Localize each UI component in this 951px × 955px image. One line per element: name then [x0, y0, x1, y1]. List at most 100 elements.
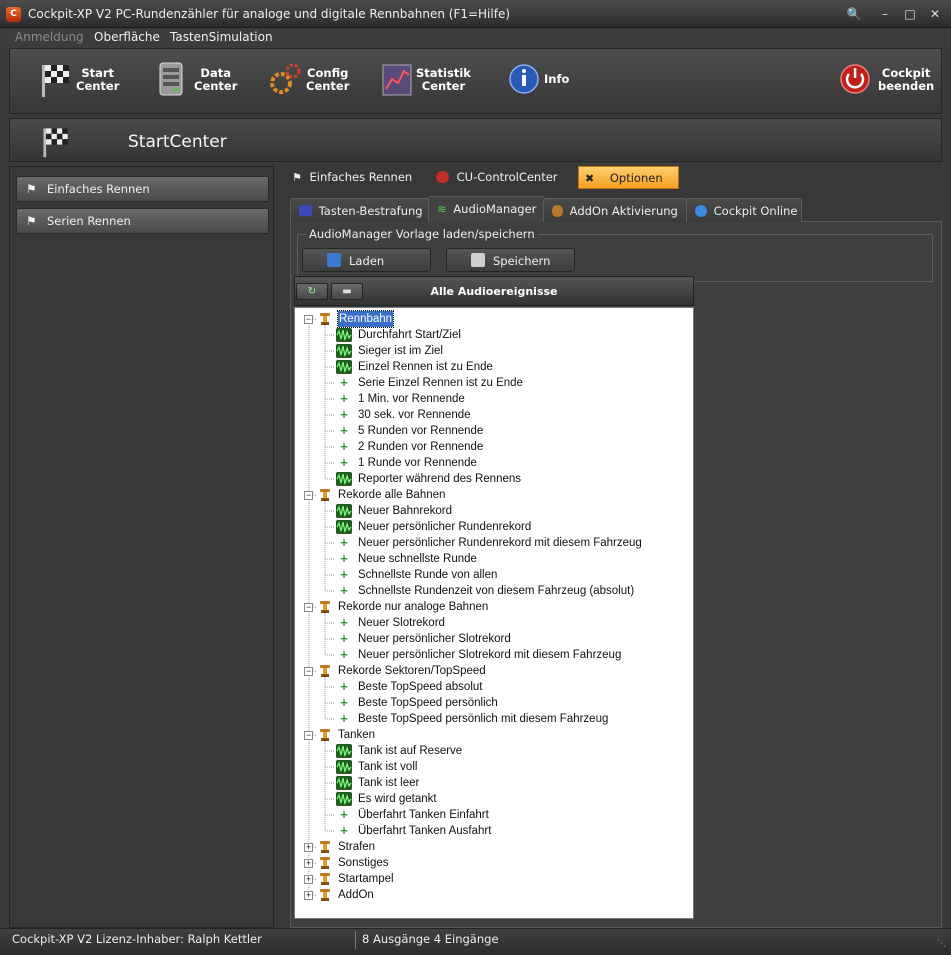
search-icon[interactable]: 🔍 — [845, 6, 863, 22]
add-sound-icon: + — [340, 823, 348, 838]
tree-event-item[interactable]: + Neuer persönlicher Slotrekord mit diese… — [295, 647, 693, 663]
tab-audiomanager[interactable]: ≋ AudioManager — [428, 196, 546, 223]
waveform-icon — [336, 792, 352, 806]
config-center-button[interactable]: Config Center — [268, 59, 368, 103]
tree-event-item[interactable]: + Serie Einzel Rennen ist zu Ende — [295, 375, 693, 391]
tree-category[interactable]: − Rekorde alle Bahnen — [295, 487, 693, 503]
tree-event-item[interactable]: + Neue schnellste Runde — [295, 551, 693, 567]
group-title: AudioManager Vorlage laden/speichern — [306, 227, 538, 241]
tree-category[interactable]: + Startampel — [295, 871, 693, 887]
tab-addon-aktivierung[interactable]: AddOn Aktivierung — [543, 198, 687, 222]
menu-anmeldung[interactable]: Anmeldung — [15, 30, 84, 44]
tree-event-item[interactable]: Durchfahrt Start/Ziel — [295, 327, 693, 343]
tree-event-item[interactable]: + Beste TopSpeed persönlich — [295, 695, 693, 711]
section-header: StartCenter — [9, 118, 942, 162]
sidebar-item-label: Serien Rennen — [47, 214, 131, 228]
tree-event-label: Schnellste Rundenzeit von diesem Fahrzeu… — [358, 585, 635, 597]
tree-event-item[interactable]: +1 Runde vor Rennende — [295, 455, 693, 471]
sidebar-item-serien-rennen[interactable]: ⚑ Serien Rennen — [16, 208, 269, 234]
tree-category[interactable]: − Rekorde Sektoren/TopSpeed — [295, 663, 693, 679]
tree-event-item[interactable]: Es wird getankt — [295, 791, 693, 807]
tree-event-item[interactable]: + Neuer persönlicher Rundenrekord mit die… — [295, 535, 693, 551]
load-button[interactable]: Laden — [302, 248, 431, 272]
expand-icon[interactable]: + — [304, 875, 313, 884]
tree-event-item[interactable]: + Neuer persönlicher Slotrekord — [295, 631, 693, 647]
tree-event-item[interactable]: Reporter während des Rennens — [295, 471, 693, 487]
info-label: Info — [544, 72, 570, 86]
add-sound-icon: + — [340, 391, 348, 406]
sidebar-item-einfaches-rennen[interactable]: ⚑ Einfaches Rennen — [16, 176, 269, 202]
menu-oberflaeche[interactable]: Oberfläche — [94, 30, 160, 44]
expand-icon[interactable]: + — [304, 891, 313, 900]
audio-event-tree[interactable]: − Rennbahn Durchfahrt Start/Ziel Sieger ist… — [294, 307, 694, 919]
save-button[interactable]: Speichern — [446, 248, 575, 272]
tab-optionen[interactable]: ✖ Optionen — [578, 166, 679, 189]
tree-category-label: Startampel — [338, 873, 394, 885]
tree-category[interactable]: − Rennbahn — [295, 310, 693, 328]
tab-cockpit-online[interactable]: Cockpit Online — [686, 198, 802, 222]
tree-event-item[interactable]: +2 Runden vor Rennende — [295, 439, 693, 455]
tree-category[interactable]: + Strafen — [295, 839, 693, 855]
tree-category-label: Tanken — [338, 729, 376, 741]
add-sound-icon: + — [340, 807, 348, 822]
add-sound-icon: + — [340, 455, 348, 470]
tree-category[interactable]: − Rekorde nur analoge Bahnen — [295, 599, 693, 615]
globe-icon — [695, 205, 707, 217]
flag-icon: ⚑ — [292, 171, 302, 184]
tree-event-item[interactable]: Sieger ist im Ziel — [295, 343, 693, 359]
tree-event-item[interactable]: Neuer Bahnrekord — [295, 503, 693, 519]
tree-event-item[interactable]: +1 Min. vor Rennende — [295, 391, 693, 407]
cockpit-app-icon[interactable]: C — [6, 7, 21, 22]
expand-icon[interactable]: + — [304, 859, 313, 868]
tree-event-item[interactable]: Tank ist voll — [295, 759, 693, 775]
tree-category-label: AddOn — [338, 889, 374, 901]
tree-event-item[interactable]: + Überfahrt Tanken Einfahrt — [295, 807, 693, 823]
tree-category-label: Rekorde alle Bahnen — [338, 489, 446, 501]
tree-event-item[interactable]: +30 sek. vor Rennende — [295, 407, 693, 423]
add-sound-icon: + — [340, 375, 348, 390]
tree-event-item[interactable]: + Beste TopSpeed absolut — [295, 679, 693, 695]
start-center-button[interactable]: Start Center — [38, 59, 138, 103]
add-sound-icon: + — [340, 695, 348, 710]
tree-event-label: Neuer persönlicher Rundenrekord — [358, 521, 532, 533]
tree-event-label: Beste TopSpeed persönlich — [358, 697, 498, 709]
add-sound-icon: + — [340, 439, 348, 454]
tab-tasten-bestrafung[interactable]: Tasten-Bestrafung — [290, 198, 432, 222]
tab-cu-controlcenter[interactable]: CU-ControlCenter — [430, 166, 564, 189]
collapse-icon[interactable]: − — [304, 731, 313, 740]
tree-category[interactable]: + AddOn — [295, 887, 693, 903]
page-title: StartCenter — [128, 132, 227, 152]
tree-event-item[interactable]: + Neuer Slotrekord — [295, 615, 693, 631]
minimize-button[interactable]: – — [876, 6, 894, 22]
expand-icon[interactable]: + — [304, 843, 313, 852]
statistik-center-button[interactable]: Statistik Center — [380, 59, 480, 103]
tree-event-item[interactable]: + Schnellste Runde von allen — [295, 567, 693, 583]
info-button[interactable]: Info — [508, 59, 588, 103]
tree-event-item[interactable]: Neuer persönlicher Rundenrekord — [295, 519, 693, 535]
maximize-button[interactable]: □ — [901, 6, 919, 22]
tree-category-label: Rennbahn — [336, 310, 395, 328]
tree-event-item[interactable]: + Schnellste Rundenzeit von diesem Fahrze… — [295, 583, 693, 599]
menu-bar: Anmeldung Oberfläche TastenSimulation — [0, 28, 951, 48]
collapse-icon[interactable]: − — [304, 603, 313, 612]
tree-event-item[interactable]: +5 Runden vor Rennende — [295, 423, 693, 439]
collapse-icon[interactable]: − — [304, 491, 313, 500]
tab-einfaches-rennen[interactable]: ⚑ Einfaches Rennen — [286, 166, 418, 189]
tree-event-item[interactable]: Tank ist leer — [295, 775, 693, 791]
data-center-button[interactable]: Data Center — [154, 59, 254, 103]
tree-event-item[interactable]: + Überfahrt Tanken Ausfahrt — [295, 823, 693, 839]
tree-category[interactable]: − Tanken — [295, 727, 693, 743]
tree-event-item[interactable]: + Beste TopSpeed persönlich mit diesem Fa… — [295, 711, 693, 727]
add-sound-icon: + — [340, 647, 348, 662]
tree-event-item[interactable]: Einzel Rennen ist zu Ende — [295, 359, 693, 375]
collapse-icon[interactable]: − — [304, 667, 313, 676]
tree-category[interactable]: + Sonstiges — [295, 855, 693, 871]
menu-tastensimulation[interactable]: TastenSimulation — [170, 30, 273, 44]
waveform-icon — [336, 520, 352, 534]
collapse-icon[interactable]: − — [304, 315, 313, 324]
close-button[interactable]: ✕ — [926, 6, 944, 22]
resize-grip-icon[interactable]: ⋱ — [937, 939, 947, 949]
tree-event-item[interactable]: Tank ist auf Reserve — [295, 743, 693, 759]
window-title: Cockpit-XP V2 PC-Rundenzähler für analog… — [28, 7, 511, 21]
cockpit-beenden-button[interactable]: Cockpit beenden — [838, 59, 938, 103]
